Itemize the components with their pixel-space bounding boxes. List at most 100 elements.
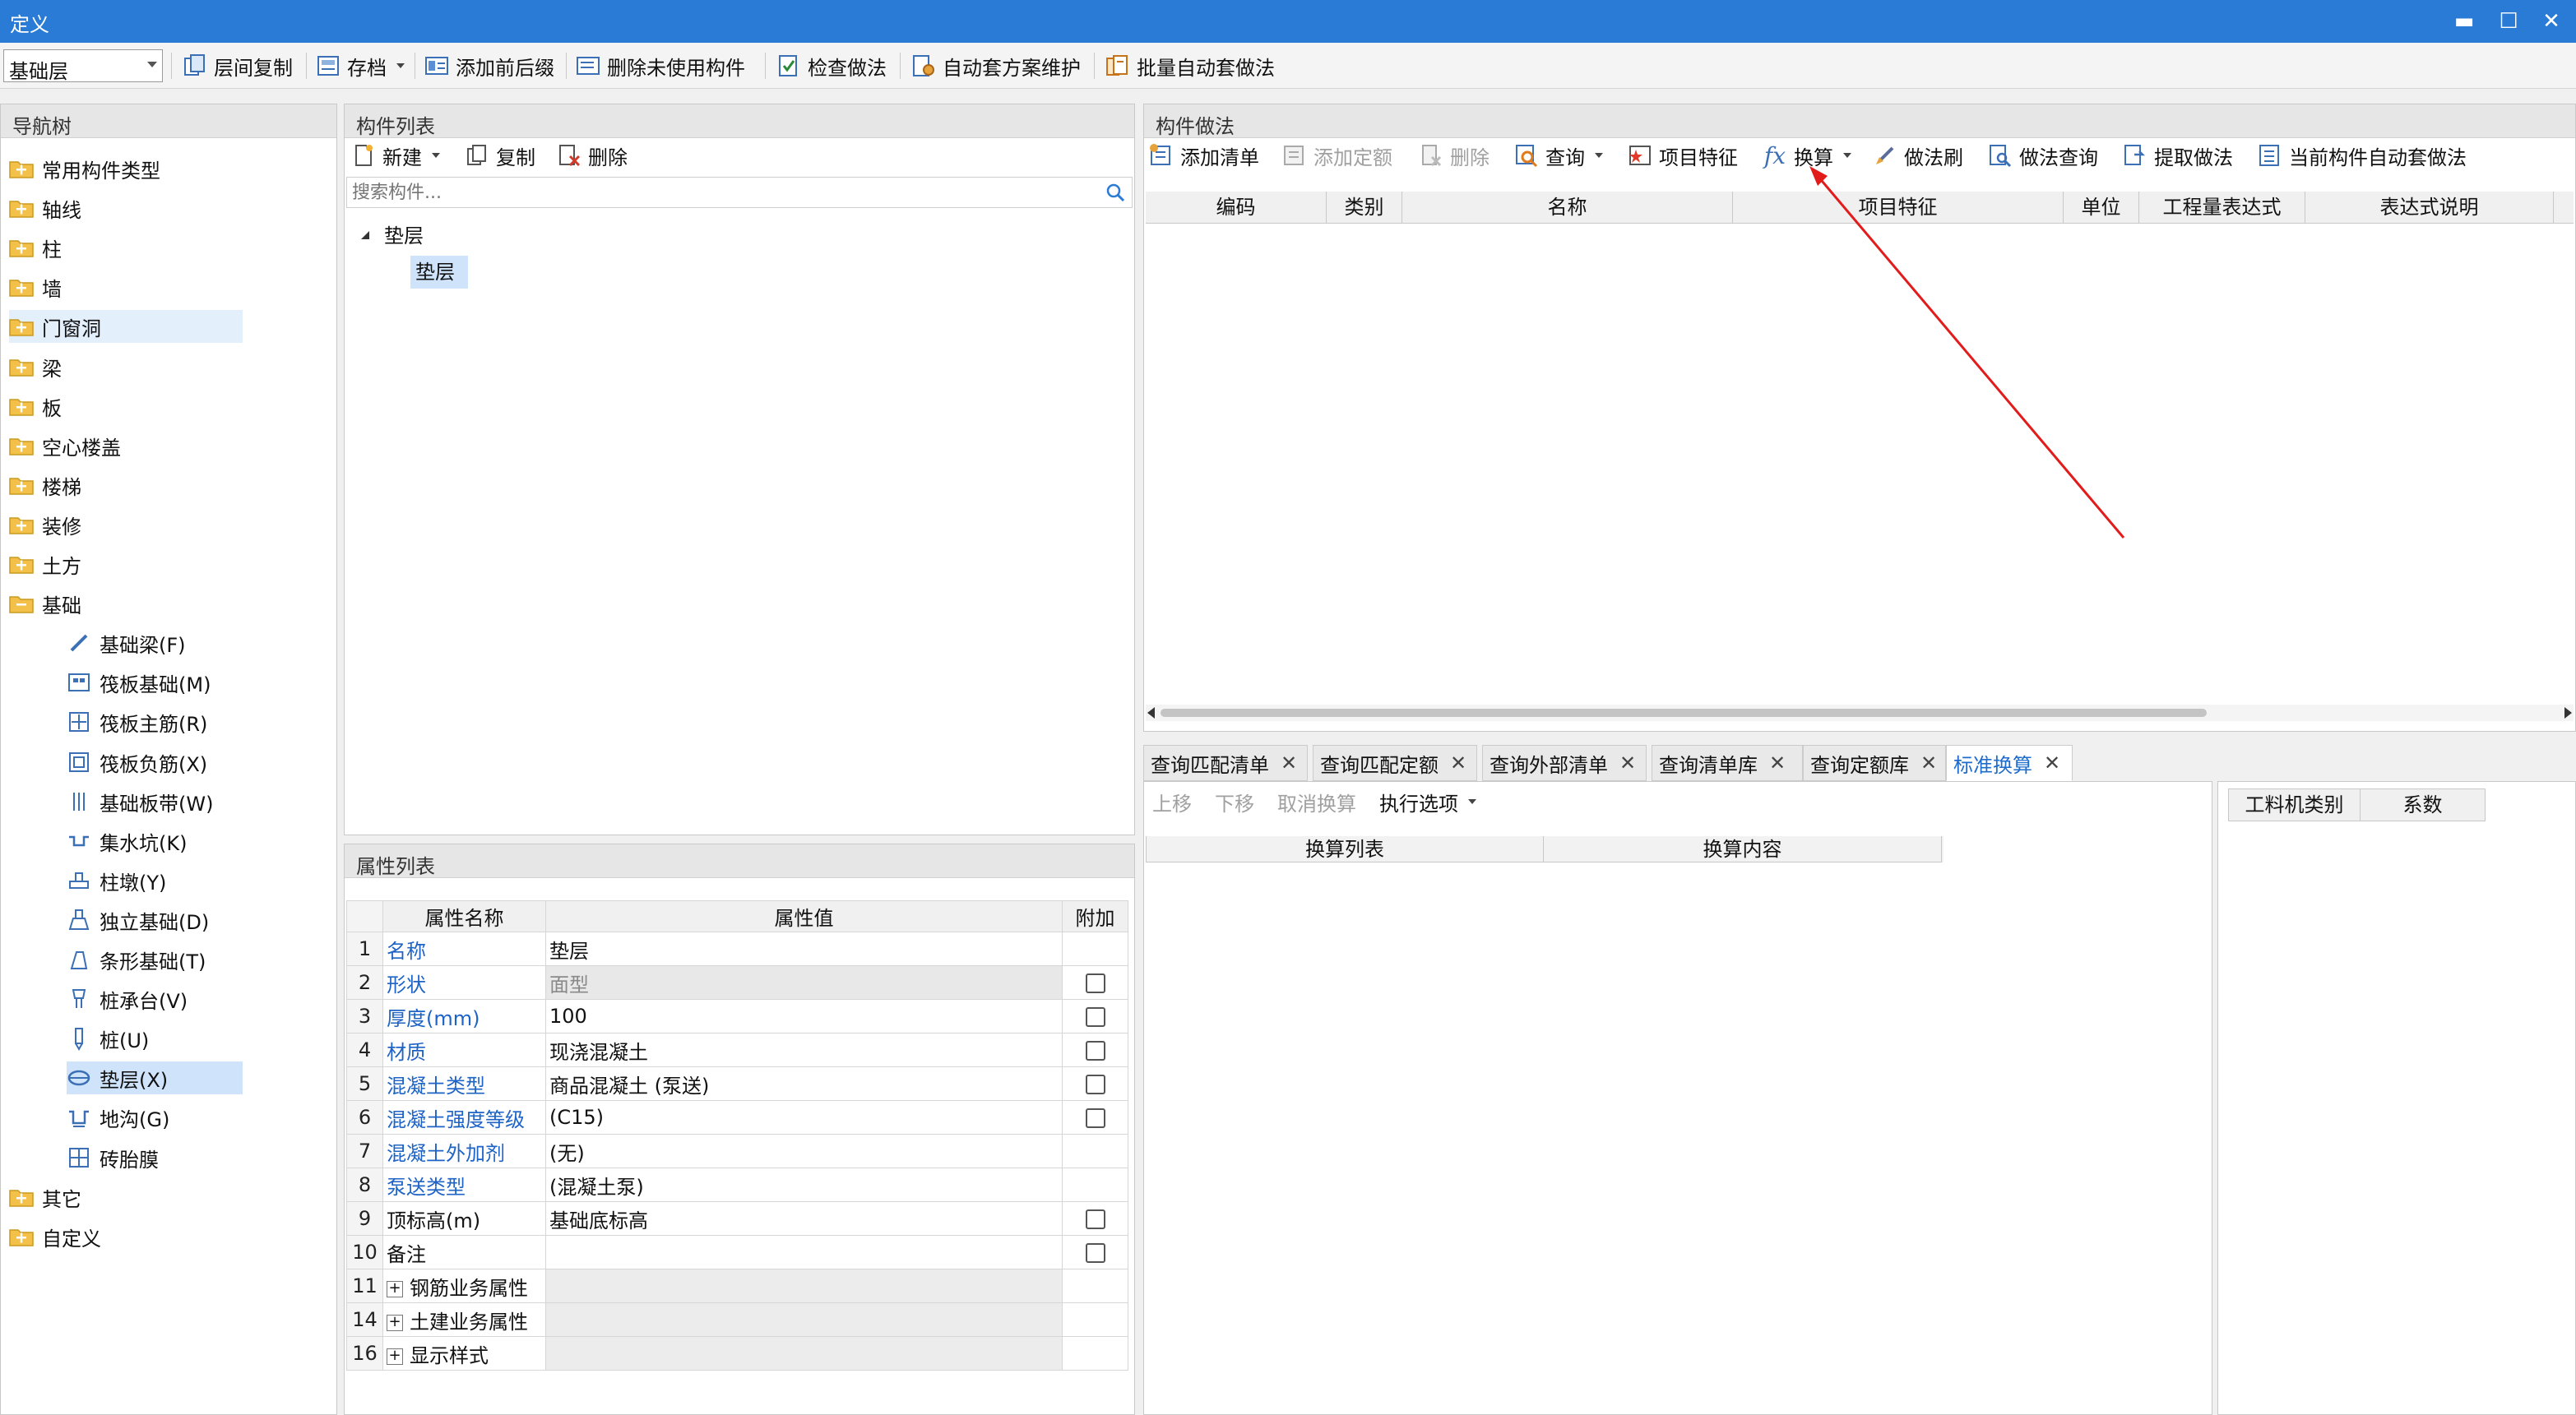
- property-row[interactable]: 8 泵送类型 (混凝土泵): [346, 1168, 1128, 1202]
- nav-foundation-item[interactable]: 垫层(X): [67, 1061, 243, 1094]
- move-down-button[interactable]: 下移: [1215, 785, 1254, 818]
- property-value[interactable]: [545, 1269, 1063, 1303]
- expand-icon[interactable]: +: [387, 1314, 403, 1331]
- column-code[interactable]: 编码: [1146, 192, 1327, 223]
- new-component-button[interactable]: 新建: [351, 139, 440, 172]
- delete-unused-button[interactable]: 删除未使用构件: [576, 51, 745, 81]
- close-icon[interactable]: ✕: [1920, 751, 1937, 775]
- nav-category-item[interactable]: 柱: [9, 231, 62, 264]
- nav-foundation-item[interactable]: 筏板基础(M): [67, 666, 211, 699]
- method-horizontal-scrollbar[interactable]: [1146, 705, 2574, 721]
- tab-query-match-bill[interactable]: 查询匹配清单 ✕: [1143, 745, 1308, 781]
- property-value[interactable]: 现浇混凝土: [545, 1033, 1063, 1067]
- tree-node-selected[interactable]: 垫层: [410, 256, 468, 289]
- checkbox[interactable]: [1085, 1007, 1105, 1027]
- nav-category-item[interactable]: 空心楼盖: [9, 429, 121, 462]
- tab-query-match-quota[interactable]: 查询匹配定额 ✕: [1313, 745, 1477, 781]
- nav-foundation-item[interactable]: 条形基础(T): [67, 943, 206, 976]
- property-row[interactable]: 7 混凝土外加剂 (无): [346, 1134, 1128, 1168]
- tree-collapse-icon[interactable]: [359, 224, 373, 239]
- nav-category-item[interactable]: 梁: [9, 350, 62, 383]
- property-value[interactable]: 商品混凝土 (泵送): [545, 1066, 1063, 1101]
- nav-foundation-item[interactable]: 独立基础(D): [67, 904, 209, 936]
- nav-foundation-item[interactable]: 筏板负筋(X): [67, 746, 207, 779]
- close-icon[interactable]: ✕: [1619, 751, 1636, 775]
- close-icon[interactable]: ✕: [1281, 751, 1297, 775]
- column-unit[interactable]: 单位: [2064, 192, 2139, 223]
- property-row[interactable]: 4 材质 现浇混凝土: [346, 1033, 1128, 1067]
- property-value[interactable]: 100: [545, 999, 1063, 1034]
- tree-node-parent[interactable]: 垫层: [384, 220, 424, 248]
- layer-select[interactable]: 基础层: [3, 49, 163, 83]
- property-value[interactable]: [545, 1302, 1063, 1337]
- property-row[interactable]: 10 备注: [346, 1235, 1128, 1269]
- checkbox[interactable]: [1085, 1041, 1105, 1061]
- item-feature-button[interactable]: 项目特征: [1628, 139, 1738, 172]
- expand-icon[interactable]: +: [387, 1348, 403, 1365]
- add-bill-button[interactable]: 添加清单: [1149, 139, 1259, 172]
- nav-foundation-item[interactable]: 桩(U): [67, 1022, 149, 1055]
- nav-category-item[interactable]: 门窗洞: [9, 310, 243, 343]
- property-value[interactable]: (C15): [545, 1100, 1063, 1135]
- method-brush-button[interactable]: 做法刷: [1873, 139, 1963, 172]
- column-labor-material-type[interactable]: 工料机类别: [2229, 789, 2361, 821]
- auto-method-current-button[interactable]: 当前构件自动套做法: [2258, 139, 2467, 172]
- nav-category-item[interactable]: 装修: [9, 508, 81, 541]
- nav-foundation-item[interactable]: 基础梁(F): [67, 627, 186, 659]
- scrollbar-thumb[interactable]: [1161, 709, 2207, 717]
- nav-category-item[interactable]: 其它: [9, 1181, 81, 1214]
- checkbox[interactable]: [1085, 1075, 1105, 1094]
- expand-icon[interactable]: +: [387, 1280, 403, 1297]
- delete-component-button[interactable]: 删除: [557, 139, 628, 172]
- property-row[interactable]: 14 + 土建业务属性: [346, 1302, 1128, 1337]
- column-conversion-list[interactable]: 换算列表: [1146, 836, 1544, 862]
- conversion-button[interactable]: fx 换算: [1763, 139, 1851, 172]
- column-conversion-content[interactable]: 换算内容: [1544, 836, 1942, 862]
- property-value[interactable]: 基础底标高: [545, 1201, 1063, 1236]
- maximize-button[interactable]: ☐: [2492, 7, 2525, 36]
- execute-options-button[interactable]: 执行选项: [1379, 785, 1476, 818]
- property-row[interactable]: 1 名称 垫层: [346, 932, 1128, 966]
- property-value[interactable]: 垫层: [545, 932, 1063, 966]
- nav-category-item[interactable]: 墙: [9, 271, 62, 303]
- scroll-right-icon[interactable]: [2564, 707, 2572, 719]
- auto-scheme-button[interactable]: 自动套方案维护: [911, 51, 1081, 81]
- column-name[interactable]: 名称: [1402, 192, 1733, 223]
- component-search-input[interactable]: [350, 178, 1077, 207]
- nav-foundation-item[interactable]: 桩承台(V): [67, 983, 188, 1015]
- tab-standard-conversion[interactable]: 标准换算 ✕: [1946, 745, 2073, 781]
- checkbox[interactable]: [1085, 1243, 1105, 1263]
- property-row[interactable]: 6 混凝土强度等级 (C15): [346, 1100, 1128, 1135]
- nav-foundation-item[interactable]: 筏板主筋(R): [67, 705, 207, 738]
- move-up-button[interactable]: 上移: [1152, 785, 1192, 818]
- close-button[interactable]: ✕: [2535, 7, 2568, 36]
- close-icon[interactable]: ✕: [2044, 751, 2060, 775]
- close-icon[interactable]: ✕: [1769, 751, 1786, 775]
- copy-component-button[interactable]: 复制: [465, 139, 535, 172]
- scroll-left-icon[interactable]: [1147, 707, 1155, 719]
- query-button[interactable]: 查询: [1514, 139, 1603, 172]
- property-row[interactable]: 3 厚度(mm) 100: [346, 999, 1128, 1034]
- nav-foundation-item[interactable]: 砖胎膜: [67, 1141, 159, 1174]
- property-row[interactable]: 16 + 显示样式: [346, 1336, 1128, 1371]
- copy-between-layers-button[interactable]: 层间复制: [183, 51, 293, 81]
- nav-category-item[interactable]: 常用构件类型: [9, 152, 160, 185]
- column-quantity-expression[interactable]: 工程量表达式: [2139, 192, 2305, 223]
- archive-button[interactable]: 存档: [316, 51, 405, 81]
- minimize-button[interactable]: ▬: [2448, 7, 2481, 36]
- search-icon[interactable]: [1104, 181, 1127, 204]
- nav-foundation-item[interactable]: 地沟(G): [67, 1101, 169, 1134]
- nav-category-item[interactable]: 基础: [9, 587, 81, 620]
- column-expression-note[interactable]: 表达式说明: [2305, 192, 2554, 223]
- close-icon[interactable]: ✕: [1450, 751, 1466, 775]
- property-value[interactable]: (混凝土泵): [545, 1168, 1063, 1202]
- add-prefix-suffix-button[interactable]: 添加前后缀: [424, 51, 554, 81]
- cancel-conversion-button[interactable]: 取消换算: [1277, 785, 1356, 818]
- property-row[interactable]: 2 形状 面型: [346, 965, 1128, 1000]
- nav-category-item[interactable]: 土方: [9, 548, 81, 580]
- property-row[interactable]: 11 + 钢筋业务属性: [346, 1269, 1128, 1303]
- checkbox[interactable]: [1085, 1209, 1105, 1229]
- property-row[interactable]: 9 顶标高(m) 基础底标高: [346, 1201, 1128, 1236]
- column-coefficient[interactable]: 系数: [2361, 789, 2486, 821]
- nav-category-item[interactable]: 楼梯: [9, 469, 81, 502]
